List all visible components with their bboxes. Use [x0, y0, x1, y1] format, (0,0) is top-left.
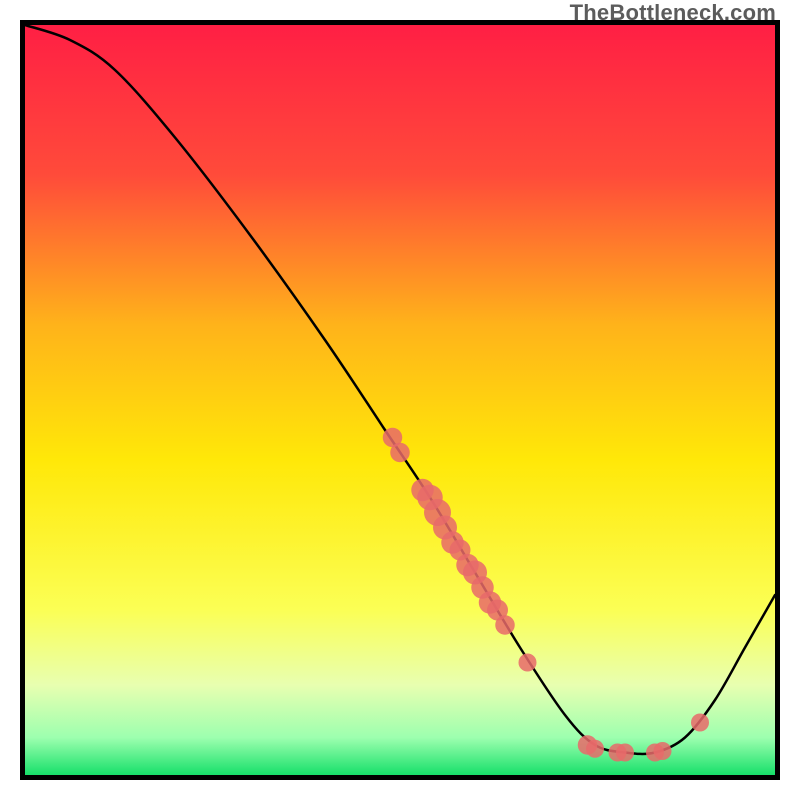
data-marker — [390, 443, 410, 463]
data-marker — [519, 654, 537, 672]
data-marker — [616, 744, 634, 762]
chart-svg — [25, 25, 775, 775]
data-marker — [691, 714, 709, 732]
gradient-background — [25, 25, 775, 775]
data-marker — [654, 742, 672, 760]
chart-stage: TheBottleneck.com — [0, 0, 800, 800]
plot-area — [20, 20, 780, 780]
data-marker — [495, 615, 515, 635]
data-marker — [586, 740, 604, 758]
